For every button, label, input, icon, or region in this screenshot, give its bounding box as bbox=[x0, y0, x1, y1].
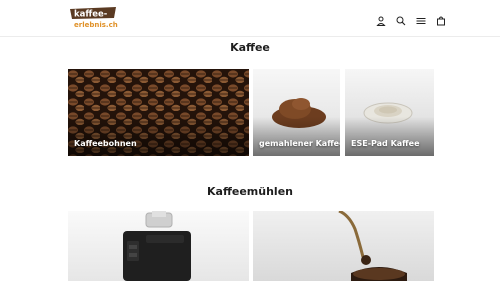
user-icon[interactable] bbox=[375, 12, 387, 26]
category-tile-grinder-2[interactable] bbox=[253, 211, 434, 281]
menu-icon[interactable] bbox=[415, 12, 427, 24]
pouring-coffee-image bbox=[253, 211, 434, 281]
tile-label: gemahlener Kaffee bbox=[259, 139, 340, 148]
svg-text:kaffee-: kaffee- bbox=[74, 10, 108, 20]
site-header: kaffee- erlebnis.ch bbox=[0, 0, 500, 37]
tile-label: Kaffeebohnen bbox=[74, 139, 137, 148]
category-tile-grinder[interactable] bbox=[68, 211, 249, 281]
cart-icon[interactable] bbox=[435, 12, 447, 26]
category-tile-ground-coffee[interactable]: gemahlener Kaffee bbox=[253, 69, 340, 156]
coffee-grinder-image bbox=[68, 211, 249, 281]
svg-text:erlebnis.ch: erlebnis.ch bbox=[74, 21, 118, 29]
header-actions bbox=[375, 11, 447, 26]
category-tile-coffee-beans[interactable]: Kaffeebohnen bbox=[68, 69, 249, 156]
section-title-coffee: Kaffee bbox=[230, 41, 270, 54]
brand-logo[interactable]: kaffee- erlebnis.ch bbox=[68, 5, 120, 31]
search-icon[interactable] bbox=[395, 12, 407, 26]
category-tile-ese-pads[interactable]: ESE-Pad Kaffee bbox=[345, 69, 434, 156]
section-title-grinders: Kaffeemühlen bbox=[207, 185, 293, 198]
tile-label: ESE-Pad Kaffee bbox=[351, 139, 420, 148]
